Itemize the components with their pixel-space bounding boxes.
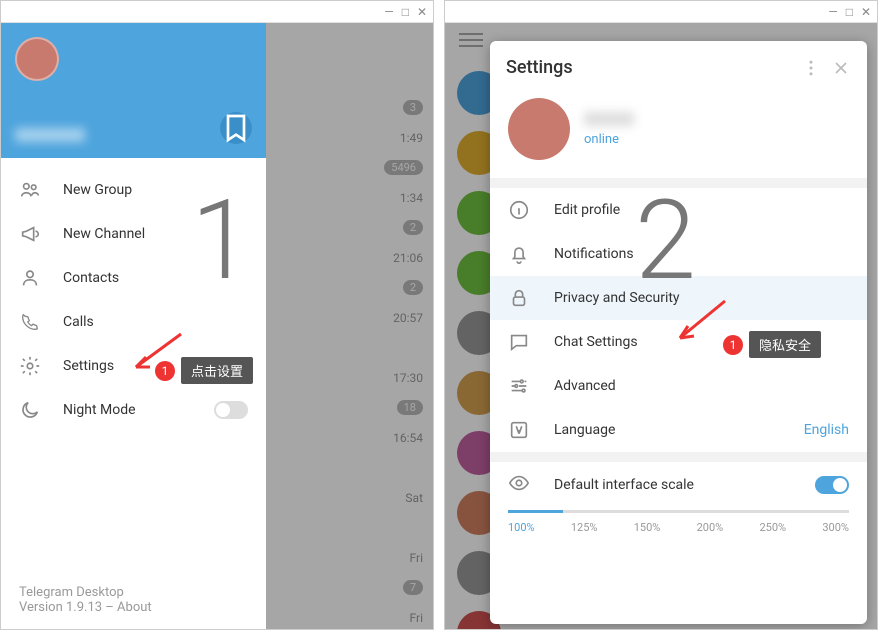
language-icon [508, 419, 530, 441]
scale-slider[interactable] [508, 510, 849, 513]
group-icon [19, 179, 41, 201]
menu-label: New Channel [63, 226, 145, 242]
right-window: — □ ✕ 31:4954961:34221:06220:5717:301816… [444, 0, 878, 630]
left-window: — □ ✕ code to anyone, eve...31:49ificaci… [0, 0, 434, 630]
item-label: Language [554, 422, 615, 438]
callout-label: 点击设置 [181, 357, 253, 384]
user-name [15, 128, 85, 142]
more-icon[interactable] [801, 58, 821, 78]
menu-new-channel[interactable]: New Channel [1, 212, 266, 256]
item-label: Notifications [554, 246, 634, 262]
minimize-btn[interactable]: — [384, 5, 393, 19]
user-status: online [584, 132, 634, 147]
drawer-footer: Telegram Desktop Version 1.9.13 – About [1, 571, 266, 629]
item-label: Edit profile [554, 202, 620, 218]
item-label: Privacy and Security [554, 290, 680, 306]
settings-title: Settings [506, 57, 791, 78]
scale-tick[interactable]: 300% [822, 521, 849, 534]
avatar [508, 98, 570, 160]
chat-icon [508, 331, 530, 353]
phone-icon [19, 311, 41, 333]
settings-notifications[interactable]: Notifications [490, 232, 867, 276]
scale-toggle[interactable] [815, 476, 849, 494]
callout-badge: 1 [155, 361, 175, 381]
divider [490, 178, 867, 188]
info-icon [508, 199, 530, 221]
scale-tick[interactable]: 100% [508, 521, 535, 534]
scale-label: Default interface scale [554, 477, 694, 493]
settings-language[interactable]: Language English [490, 408, 867, 452]
maximize-btn[interactable]: □ [846, 5, 853, 19]
divider [490, 452, 867, 462]
item-label: Chat Settings [554, 334, 638, 350]
titlebar: — □ ✕ [445, 1, 877, 23]
close-btn[interactable]: ✕ [861, 5, 871, 19]
saved-messages-button[interactable] [220, 112, 252, 144]
item-label: Advanced [554, 378, 616, 394]
app-name: Telegram Desktop [19, 585, 248, 600]
drawer-header [1, 23, 266, 158]
scale-tick[interactable]: 150% [634, 521, 661, 534]
profile-section[interactable]: online [490, 88, 867, 178]
menu-contacts[interactable]: Contacts [1, 256, 266, 300]
avatar[interactable] [15, 37, 59, 81]
sliders-icon [508, 375, 530, 397]
minimize-btn[interactable]: — [828, 5, 837, 19]
menu-label: Night Mode [63, 402, 136, 418]
megaphone-icon [19, 223, 41, 245]
titlebar: — □ ✕ [1, 1, 433, 23]
callout-label: 隐私安全 [749, 331, 821, 358]
moon-icon [19, 399, 41, 421]
person-icon [19, 267, 41, 289]
settings-list: Edit profile Notifications Privacy and S… [490, 188, 867, 452]
callout-1: 1 点击设置 [155, 357, 253, 384]
settings-edit-profile[interactable]: Edit profile [490, 188, 867, 232]
maximize-btn[interactable]: □ [402, 5, 409, 19]
night-mode-toggle[interactable] [214, 401, 248, 419]
user-name [584, 112, 634, 126]
menu-night-mode[interactable]: Night Mode [1, 388, 266, 432]
callout-2: 1 隐私安全 [723, 331, 821, 358]
app-version[interactable]: Version 1.9.13 – About [19, 600, 248, 615]
lock-icon [508, 287, 530, 309]
settings-privacy-security[interactable]: Privacy and Security [490, 276, 867, 320]
settings-header: Settings [490, 41, 867, 88]
scale-section: Default interface scale 100% 125% 150% 200%… [490, 462, 867, 552]
close-icon[interactable] [831, 58, 851, 78]
menu-label: Calls [63, 314, 94, 330]
scale-tick[interactable]: 200% [697, 521, 724, 534]
scale-tick[interactable]: 250% [760, 521, 787, 534]
settings-advanced[interactable]: Advanced [490, 364, 867, 408]
bell-icon [508, 243, 530, 265]
gear-icon [19, 355, 41, 377]
language-value: English [804, 422, 849, 438]
menu-label: New Group [63, 182, 132, 198]
menu-label: Contacts [63, 270, 119, 286]
drawer: New Group New Channel Contacts Calls Set… [1, 23, 266, 629]
scale-tick[interactable]: 125% [571, 521, 598, 534]
menu-calls[interactable]: Calls [1, 300, 266, 344]
close-btn[interactable]: ✕ [417, 5, 427, 19]
menu-label: Settings [63, 358, 114, 374]
eye-icon [508, 472, 530, 498]
scale-ticks: 100% 125% 150% 200% 250% 300% [508, 521, 849, 534]
callout-badge: 1 [723, 335, 743, 355]
menu-new-group[interactable]: New Group [1, 168, 266, 212]
